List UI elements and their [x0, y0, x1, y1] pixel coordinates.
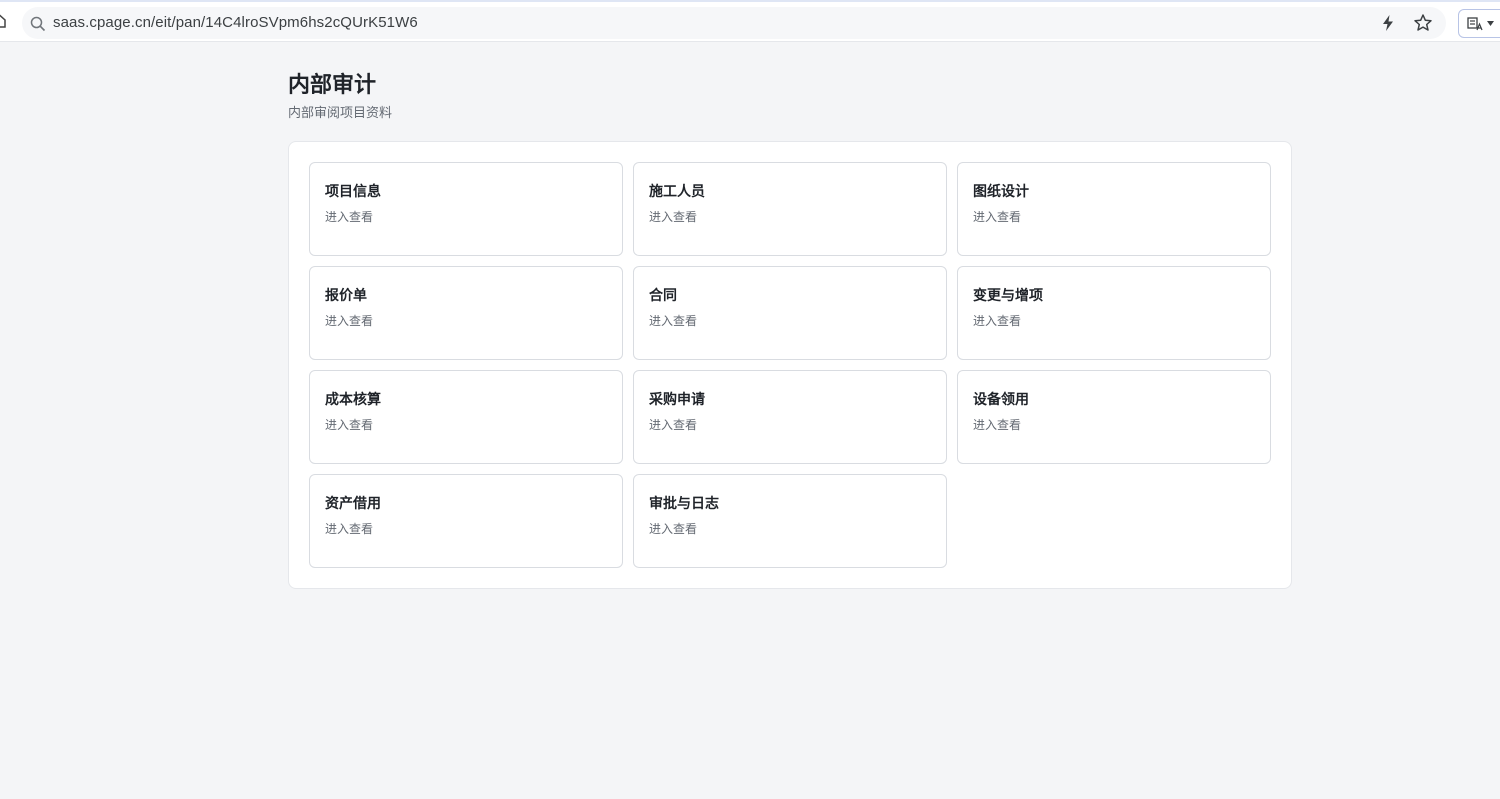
card-approval-logs[interactable]: 审批与日志 进入查看: [633, 474, 947, 568]
card-enter-link[interactable]: 进入查看: [325, 312, 373, 329]
card-enter-link[interactable]: 进入查看: [649, 312, 697, 329]
home-icon[interactable]: [0, 14, 6, 28]
card-title: 审批与日志: [649, 495, 719, 511]
card-contract[interactable]: 合同 进入查看: [633, 266, 947, 360]
card-cost-accounting[interactable]: 成本核算 进入查看: [309, 370, 623, 464]
card-title: 图纸设计: [973, 183, 1029, 199]
card-enter-link[interactable]: 进入查看: [649, 416, 697, 433]
bolt-icon[interactable]: [1380, 14, 1396, 32]
card-enter-link[interactable]: 进入查看: [973, 312, 1021, 329]
card-asset-borrowing[interactable]: 资产借用 进入查看: [309, 474, 623, 568]
card-changes-additions[interactable]: 变更与增项 进入查看: [957, 266, 1271, 360]
card-enter-link[interactable]: 进入查看: [973, 416, 1021, 433]
card-project-info[interactable]: 项目信息 进入查看: [309, 162, 623, 256]
card-title: 施工人员: [649, 183, 705, 199]
card-title: 变更与增项: [973, 287, 1043, 303]
card-quotation[interactable]: 报价单 进入查看: [309, 266, 623, 360]
url-text[interactable]: saas.cpage.cn/eit/pan/14C4lroSVpm6hs2cQU…: [53, 14, 418, 31]
reader-mode-button[interactable]: [1458, 9, 1500, 38]
page-subtitle: 内部审阅项目资料: [288, 105, 393, 120]
card-title: 设备领用: [973, 391, 1029, 407]
browser-toolbar: saas.cpage.cn/eit/pan/14C4lroSVpm6hs2cQU…: [0, 0, 1500, 42]
card-enter-link[interactable]: 进入查看: [649, 208, 697, 225]
card-title: 合同: [649, 287, 677, 303]
card-purchase-request[interactable]: 采购申请 进入查看: [633, 370, 947, 464]
card-title: 成本核算: [325, 391, 381, 407]
card-enter-link[interactable]: 进入查看: [325, 520, 373, 537]
card-enter-link[interactable]: 进入查看: [649, 520, 697, 537]
reader-mode-icon: [1467, 17, 1483, 31]
card-enter-link[interactable]: 进入查看: [325, 208, 373, 225]
chevron-down-icon: [1487, 21, 1494, 26]
card-equipment-requisition[interactable]: 设备领用 进入查看: [957, 370, 1271, 464]
modules-panel: 项目信息 进入查看 施工人员 进入查看 图纸设计 进入查看 报价单 进入查看 合…: [288, 141, 1292, 589]
card-construction-staff[interactable]: 施工人员 进入查看: [633, 162, 947, 256]
star-icon[interactable]: [1413, 13, 1433, 33]
card-title: 资产借用: [325, 495, 381, 511]
card-enter-link[interactable]: 进入查看: [973, 208, 1021, 225]
card-enter-link[interactable]: 进入查看: [325, 416, 373, 433]
search-icon: [30, 16, 46, 32]
card-title: 项目信息: [325, 183, 381, 199]
card-drawing-design[interactable]: 图纸设计 进入查看: [957, 162, 1271, 256]
page-title: 内部审计: [288, 72, 377, 97]
card-title: 报价单: [325, 287, 367, 303]
card-title: 采购申请: [649, 391, 705, 407]
